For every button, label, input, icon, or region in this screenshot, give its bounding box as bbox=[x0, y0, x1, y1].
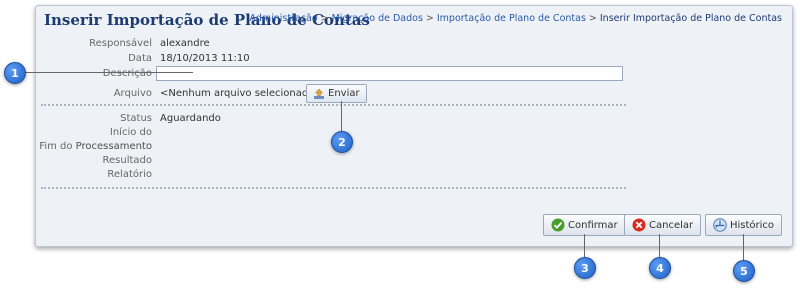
descricao-row: Descrição bbox=[36, 66, 792, 81]
enviar-label: Enviar bbox=[328, 87, 360, 99]
data-value: 18/10/2013 11:10 bbox=[160, 53, 250, 64]
historico-label: Histórico bbox=[730, 219, 775, 231]
fim-label: Fim do Processamento bbox=[39, 141, 152, 152]
breadcrumb-separator: > bbox=[320, 13, 329, 24]
enviar-button[interactable]: Enviar bbox=[306, 84, 367, 103]
callout-line-5 bbox=[743, 234, 744, 261]
breadcrumb-item-importacao[interactable]: Importação de Plano de Contas bbox=[437, 13, 586, 24]
responsavel-label: Responsável bbox=[89, 38, 152, 49]
confirmar-label: Confirmar bbox=[568, 219, 618, 231]
breadcrumb-item-administracao[interactable]: Administração bbox=[249, 13, 317, 24]
responsavel-value: alexandre bbox=[160, 38, 210, 49]
separator-dots bbox=[41, 187, 626, 189]
breadcrumb-separator: > bbox=[425, 13, 434, 24]
upload-icon bbox=[313, 88, 325, 100]
callout-4: 4 bbox=[649, 257, 671, 279]
status-label: Status bbox=[120, 113, 152, 124]
cancelar-label: Cancelar bbox=[649, 219, 694, 231]
breadcrumb-item-current: Inserir Importação de Plano de Contas bbox=[599, 13, 782, 24]
import-window: Inserir Importação de Plano de Contas Ad… bbox=[35, 5, 793, 247]
inicio-row: Início do Processamento bbox=[36, 126, 792, 152]
resultado-row: Resultado bbox=[36, 154, 792, 168]
breadcrumb-separator: > bbox=[588, 13, 597, 24]
callout-line-2 bbox=[341, 101, 342, 132]
callout-line-4 bbox=[659, 234, 660, 257]
fim-row: Fim do Processamento bbox=[36, 140, 792, 154]
data-label: Data bbox=[128, 53, 152, 64]
callout-1: 1 bbox=[4, 62, 26, 84]
data-row: Data 18/10/2013 11:10 bbox=[36, 52, 792, 66]
resultado-label: Resultado bbox=[102, 155, 153, 166]
relatorio-row: Relatório bbox=[36, 168, 792, 182]
arquivo-row: Arquivo <Nenhum arquivo selecionado> Env… bbox=[36, 84, 792, 103]
callout-line-3 bbox=[584, 234, 585, 257]
arquivo-value: <Nenhum arquivo selecionado> bbox=[160, 88, 323, 99]
descricao-label: Descrição bbox=[102, 68, 152, 79]
breadcrumb-item-migracao[interactable]: Migração de Dados bbox=[332, 13, 423, 24]
callout-5: 5 bbox=[733, 260, 755, 282]
cancelar-button[interactable]: Cancelar bbox=[624, 214, 702, 236]
historico-button[interactable]: Histórico bbox=[705, 214, 783, 236]
descricao-input[interactable] bbox=[156, 66, 623, 81]
relatorio-label: Relatório bbox=[107, 169, 152, 180]
callout-3: 3 bbox=[574, 257, 596, 279]
status-value: Aguardando bbox=[160, 113, 221, 124]
history-icon bbox=[713, 218, 727, 232]
check-icon bbox=[551, 218, 565, 232]
status-row: Status Aguardando bbox=[36, 112, 792, 126]
breadcrumb: Administração > Migração de Dados > Importaç… bbox=[249, 13, 782, 24]
callout-line-1 bbox=[24, 72, 193, 73]
callout-2: 2 bbox=[331, 131, 353, 153]
cancel-icon bbox=[632, 218, 646, 232]
responsavel-row: Responsável alexandre bbox=[36, 37, 792, 51]
separator-dots bbox=[41, 104, 626, 106]
arquivo-label: Arquivo bbox=[113, 88, 152, 99]
confirmar-button[interactable]: Confirmar bbox=[543, 214, 626, 236]
